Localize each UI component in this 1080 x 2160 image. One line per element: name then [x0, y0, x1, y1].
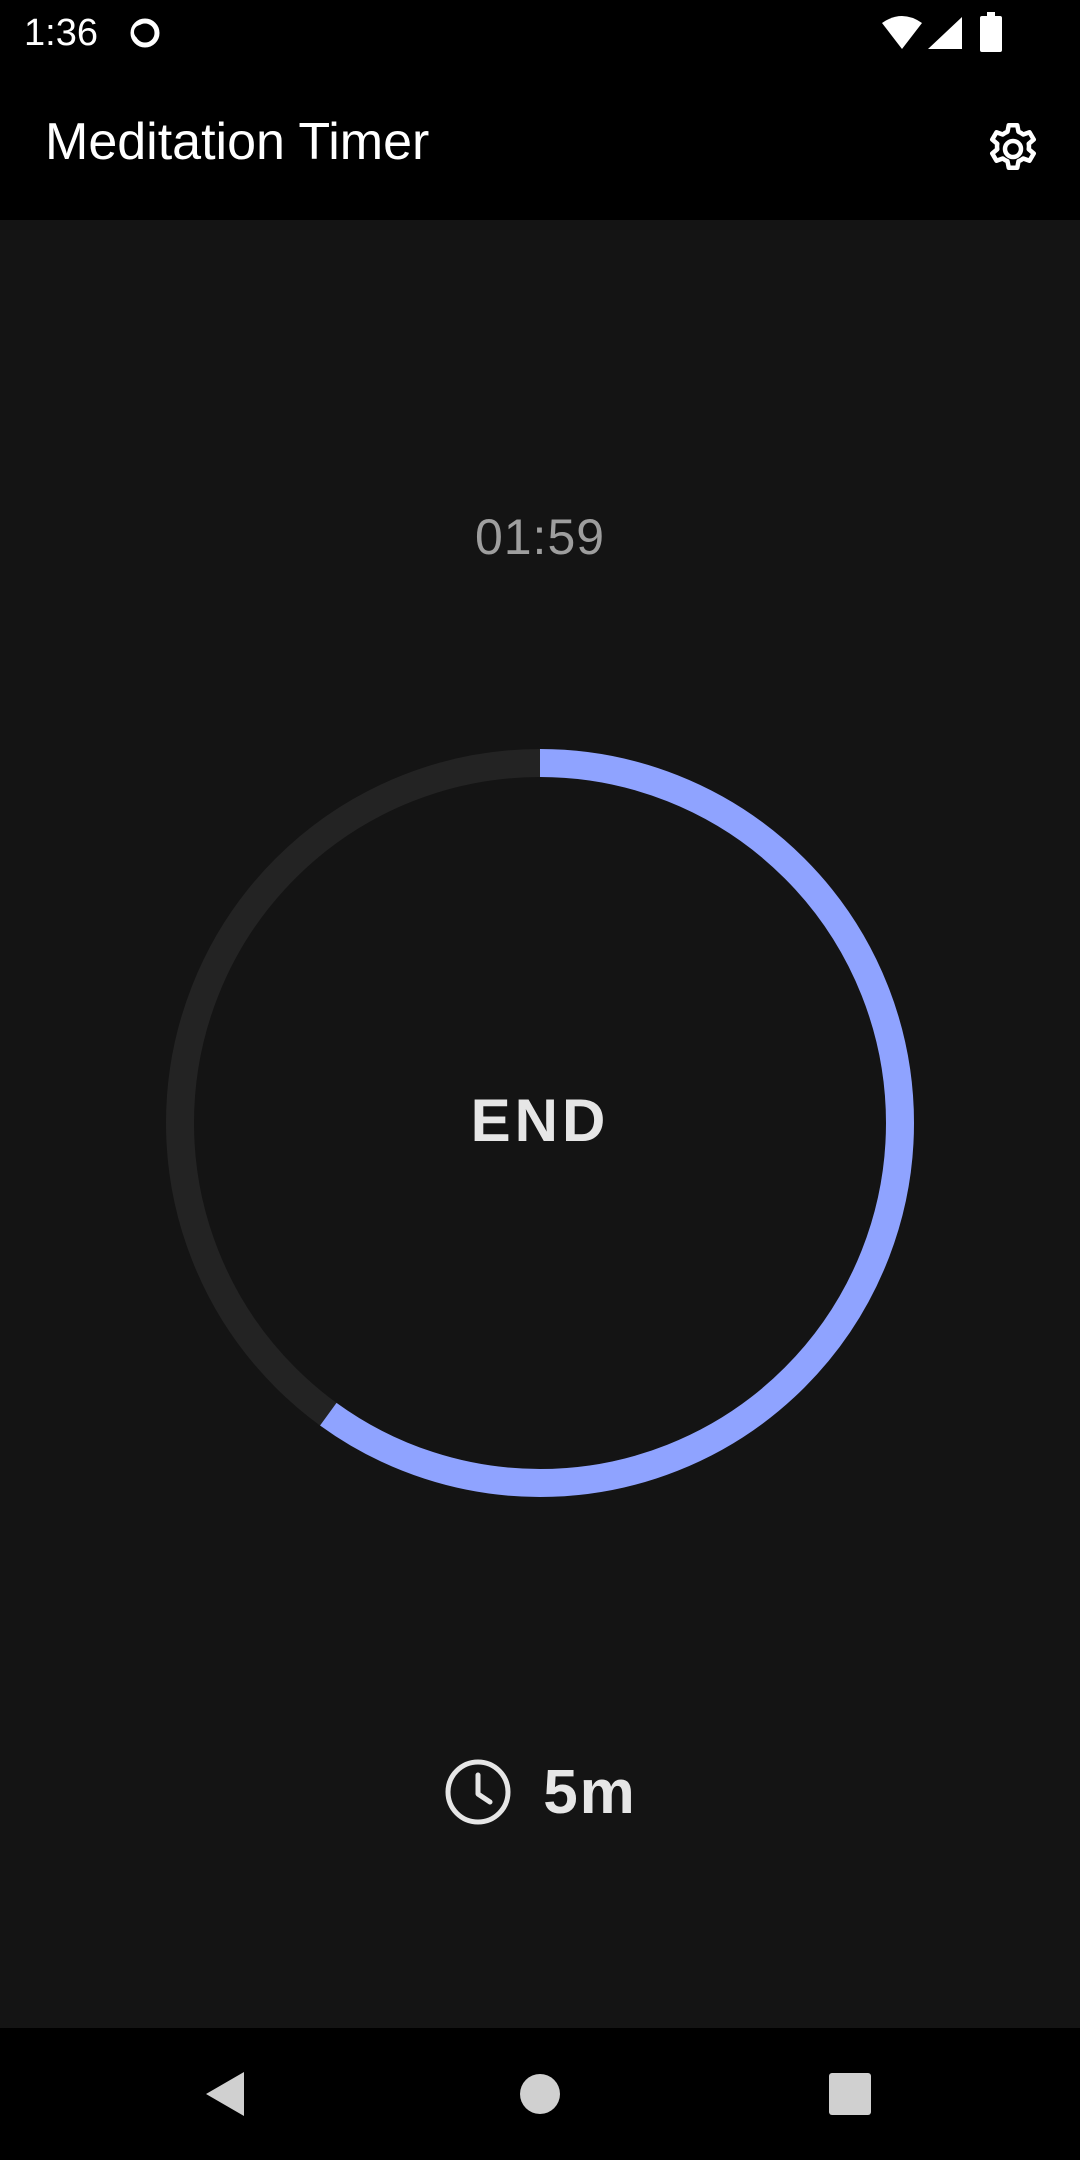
recents-button[interactable] — [810, 2054, 890, 2134]
wifi-icon — [882, 16, 922, 49]
duration-selector[interactable]: 5m — [0, 1752, 1080, 1832]
signal-icon — [928, 17, 962, 49]
back-icon — [206, 2072, 244, 2116]
clock-icon — [445, 1759, 511, 1825]
duration-label: 5m — [543, 1757, 637, 1827]
back-button[interactable] — [186, 2054, 266, 2134]
circle-notification-icon — [130, 18, 160, 48]
recents-icon — [829, 2073, 871, 2115]
app-bar: Meditation Timer — [0, 66, 1080, 220]
end-button-label: END — [470, 1086, 610, 1154]
end-button[interactable]: END — [340, 920, 740, 1320]
navigation-bar — [0, 2028, 1080, 2160]
app-title: Meditation Timer — [45, 113, 430, 171]
gear-icon — [990, 123, 1036, 170]
screen: 1:36 Meditation Timer 01:59 END 5m — [0, 0, 1080, 2160]
battery-icon — [980, 12, 1002, 52]
home-button[interactable] — [500, 2054, 580, 2134]
status-time: 1:36 — [24, 12, 98, 54]
home-icon — [520, 2074, 560, 2114]
elapsed-time: 01:59 — [474, 509, 606, 565]
settings-button[interactable] — [972, 108, 1054, 190]
status-bar: 1:36 — [0, 0, 1080, 66]
